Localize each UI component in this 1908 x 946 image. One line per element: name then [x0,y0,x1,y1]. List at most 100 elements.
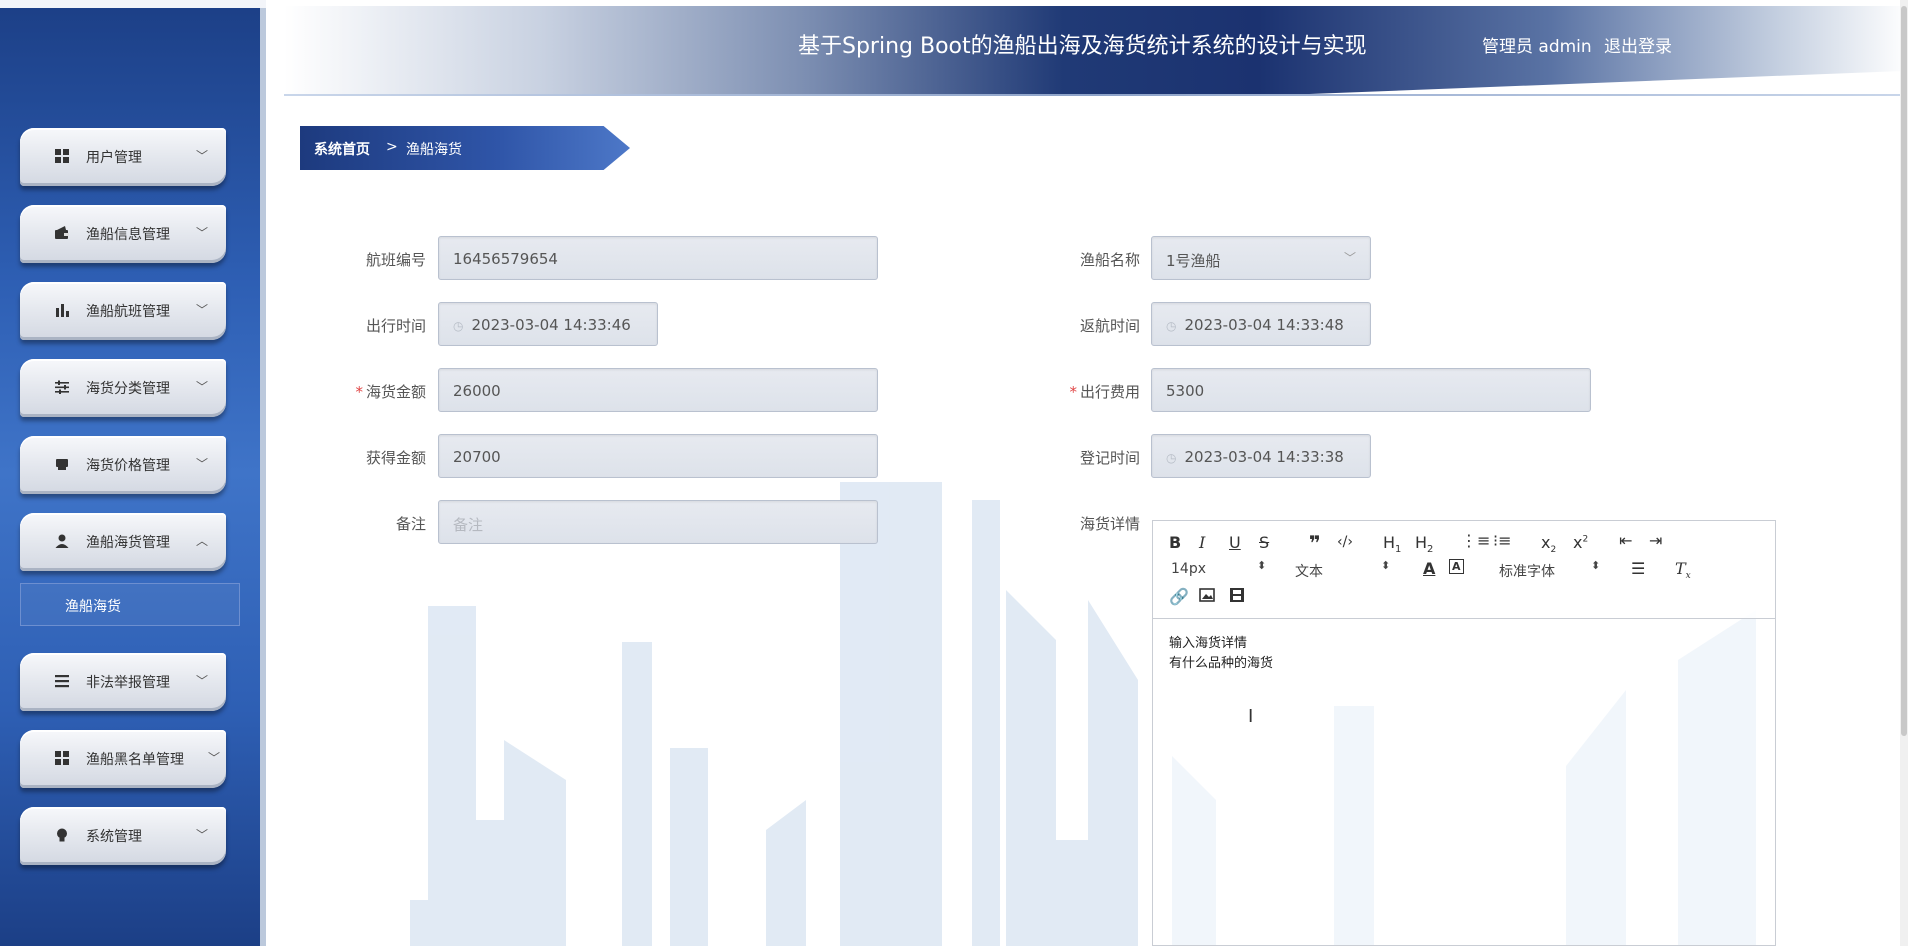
block-type-select[interactable]: 文本 [1295,561,1323,581]
profit-label: 获得金额 [365,449,426,467]
ship-name-select[interactable]: 1号渔船 ﹀ [1151,236,1371,280]
clock-icon: ◷ [453,319,464,333]
image-icon[interactable] [1199,587,1215,607]
updown-icon: ⬍ [1591,559,1601,572]
submenu-item-label: 渔船海货 [65,599,121,615]
depart-time-label: 出行时间 [365,317,426,335]
header-divider [284,94,1908,96]
sidebar-item-label: 渔船航班管理 [86,304,170,320]
blockquote-icon[interactable]: ❞ [1309,531,1321,555]
align-left-icon[interactable]: ☰ [1631,559,1645,578]
remark-field[interactable]: 备注 [438,500,878,544]
bullet-list-icon[interactable]: ⁝≡ [1493,531,1512,550]
sliders-icon [54,379,70,395]
trip-cost-label-text: 出行费用 [1079,383,1140,401]
breadcrumb-separator: > [386,139,398,155]
chevron-down-icon: ﹀ [195,149,208,163]
sidebar-item-category-management[interactable]: 海货分类管理 ﹀ [20,359,226,417]
logout-link[interactable]: 退出登录 [1604,32,1672,57]
indent-icon[interactable]: ⇥ [1649,531,1662,550]
italic-icon[interactable]: I [1199,533,1205,552]
depart-time-picker[interactable]: ◷ 2023-03-04 14:33:46 [438,302,658,346]
grid-icon [54,750,70,766]
underline-icon[interactable]: U [1229,533,1241,552]
tag-icon [54,456,70,472]
breadcrumb-home-link[interactable]: 系统首页 [314,139,370,159]
goods-amount-field[interactable]: 26000 [438,368,878,412]
background-color-icon[interactable]: A [1449,559,1464,574]
flight-no-field[interactable]: 16456579654 [438,236,878,280]
font-family-select[interactable]: 标准字体 [1499,561,1555,581]
text-cursor-icon: Ⅰ [1248,706,1254,727]
outdent-icon[interactable]: ⇤ [1619,531,1632,550]
chevron-down-icon: ﹀ [195,457,208,471]
current-user: 管理员 admin [1482,37,1592,57]
sidebar-item-label: 系统管理 [86,829,142,845]
chevron-down-icon: ﹀ [1343,251,1356,265]
chevron-down-icon: ﹀ [195,674,208,688]
submenu-item-ship-goods[interactable]: 渔船海货 [20,583,240,626]
goods-amount-label-text: 海货金额 [365,383,426,401]
sidebar-item-label: 渔船海货管理 [86,535,170,551]
ship-name-value: 1号渔船 [1166,252,1221,270]
return-time-picker[interactable]: ◷ 2023-03-04 14:33:48 [1151,302,1371,346]
sidebar-item-ship-goods-management[interactable]: 渔船海货管理 ︿ [20,513,226,571]
sidebar-item-label: 海货分类管理 [86,381,170,397]
bold-icon[interactable]: B [1169,533,1181,552]
profit-field[interactable]: 20700 [438,434,878,478]
chevron-down-icon: ﹀ [195,380,208,394]
breadcrumb: 系统首页 > 渔船海货 [300,126,630,170]
superscript-icon[interactable]: x2 [1573,533,1588,552]
subscript-icon[interactable]: x2 [1541,533,1556,555]
code-icon[interactable]: ‹/› [1337,534,1353,550]
bar-chart-icon [54,302,70,318]
register-time-label: 登记时间 [1079,449,1140,467]
register-time-picker[interactable]: ◷ 2023-03-04 14:33:38 [1151,434,1371,478]
trip-cost-field[interactable]: 5300 [1151,368,1591,412]
clock-icon: ◷ [1166,451,1177,465]
sidebar-item-price-management[interactable]: 海货价格管理 ﹀ [20,436,226,494]
editor-toolbar: B I U S ❞ ‹/› H1 H2 ⋮≡ ⁝≡ x2 x2 ⇤ ⇥ 14px… [1153,521,1775,619]
required-marker: * [1069,383,1077,401]
flight-no-label: 航班编号 [365,251,426,269]
depart-time-value: 2023-03-04 14:33:46 [471,316,631,334]
sidebar-item-system-management[interactable]: 系统管理 ﹀ [20,807,226,865]
strikethrough-icon[interactable]: S [1259,533,1269,552]
register-time-value: 2023-03-04 14:33:38 [1184,448,1344,466]
ordered-list-icon[interactable]: ⋮≡ [1461,531,1490,550]
chevron-up-icon: ︿ [195,534,208,548]
sidebar-item-label: 渔船信息管理 [86,227,170,243]
grid-icon [54,148,70,164]
editor-content[interactable]: 输入海货详情 有什么品种的海货 [1169,634,1273,674]
font-size-select[interactable]: 14px [1171,561,1206,577]
wallet-icon [54,225,70,241]
editor-line: 输入海货详情 [1169,636,1248,651]
page-scrollbar[interactable] [1900,0,1908,946]
heading1-icon[interactable]: H1 [1383,533,1401,555]
heading2-icon[interactable]: H2 [1415,533,1433,555]
user-icon [54,533,70,549]
chevron-down-icon: ﹀ [195,828,208,842]
sidebar-item-blacklist-management[interactable]: 渔船黑名单管理 ﹀ [20,730,226,788]
sidebar: 用户管理 ﹀ 渔船信息管理 ﹀ 渔船航班管理 ﹀ 海货分类管理 ﹀ 海货价格管理… [0,0,266,946]
sidebar-item-ship-info[interactable]: 渔船信息管理 ﹀ [20,205,226,263]
sidebar-item-report-management[interactable]: 非法举报管理 ﹀ [20,653,226,711]
ship-name-label: 渔船名称 [1079,251,1140,269]
clock-icon: ◷ [1166,319,1177,333]
list-icon [54,673,70,689]
sidebar-item-label: 用户管理 [86,150,142,166]
chevron-down-icon: ﹀ [207,751,220,765]
details-label: 海货详情 [1079,515,1140,533]
rich-text-editor: B I U S ❞ ‹/› H1 H2 ⋮≡ ⁝≡ x2 x2 ⇤ ⇥ 14px… [1152,520,1776,946]
editor-line: 有什么品种的海货 [1169,656,1274,671]
video-icon[interactable] [1229,587,1245,607]
sidebar-item-user-management[interactable]: 用户管理 ﹀ [20,128,226,186]
scrollbar-thumb[interactable] [1901,6,1907,736]
clear-format-icon[interactable]: Tx [1675,559,1691,581]
sidebar-item-flight-management[interactable]: 渔船航班管理 ﹀ [20,282,226,340]
font-color-icon[interactable]: A [1423,559,1435,578]
chevron-down-icon: ﹀ [195,303,208,317]
goods-amount-label: * 海货金额 [336,381,426,402]
link-icon[interactable]: 🔗 [1169,587,1189,606]
updown-icon: ⬍ [1257,559,1267,572]
